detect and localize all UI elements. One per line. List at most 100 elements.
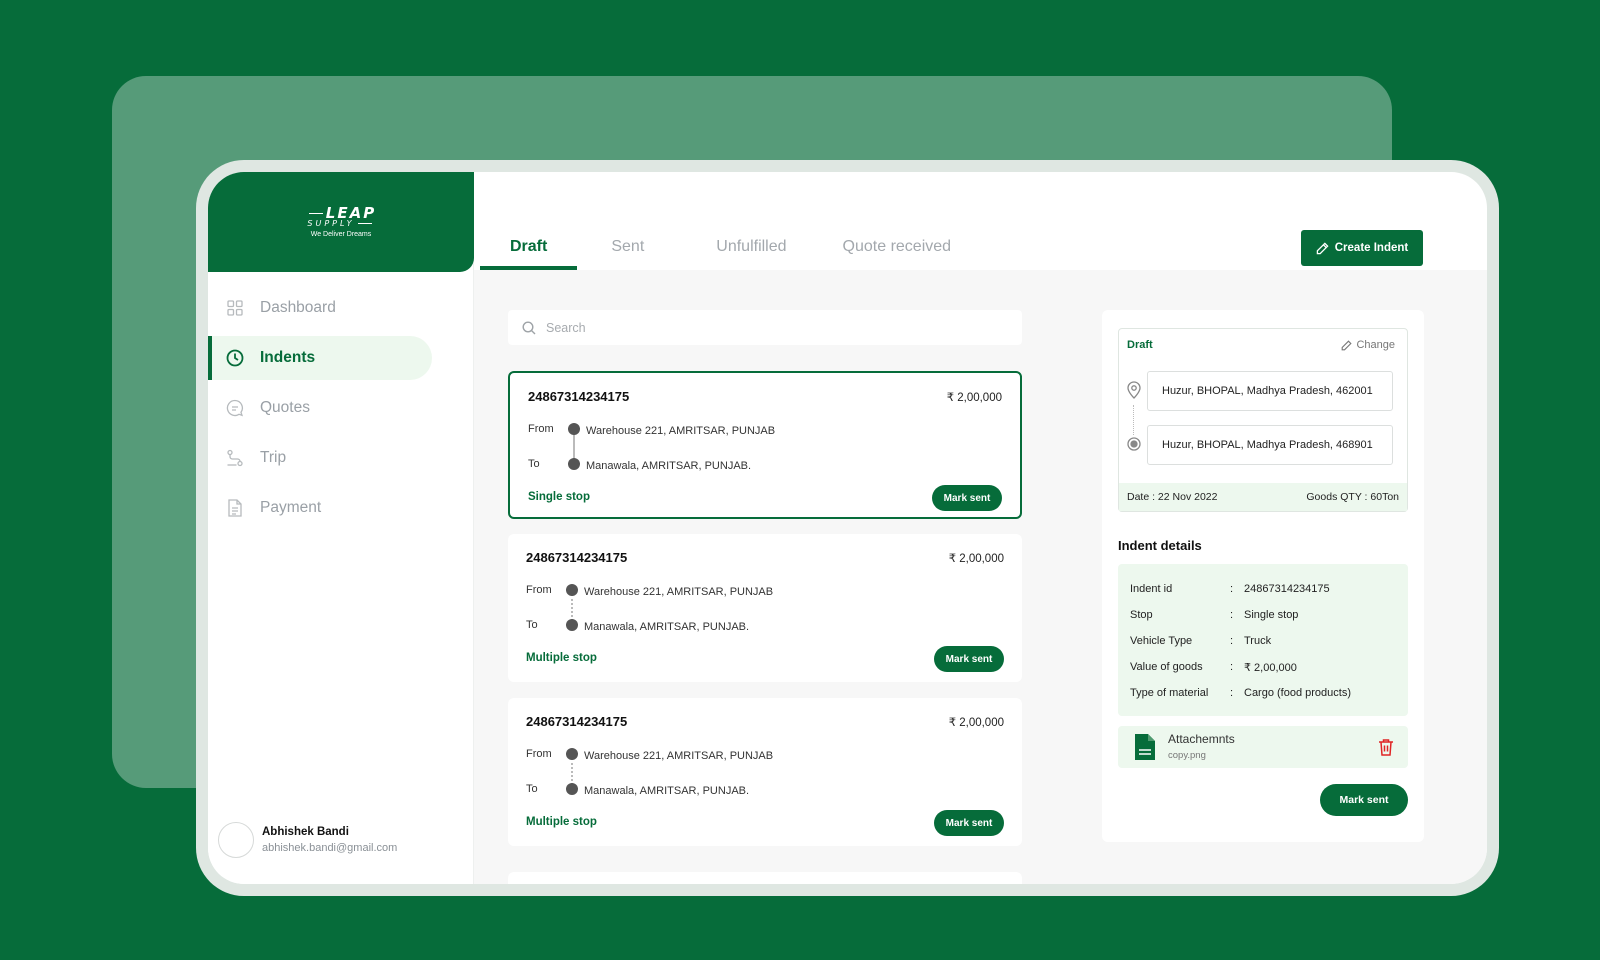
- from-label: From: [528, 423, 554, 435]
- stop-type: Multiple stop: [526, 652, 597, 664]
- stop-type: Single stop: [528, 491, 590, 503]
- from-label: From: [526, 584, 552, 596]
- indent-tabs: Draft Sent Unfulfilled Quote received: [480, 228, 989, 270]
- status-label: Draft: [1127, 339, 1153, 351]
- detail-key: Type of material: [1130, 687, 1209, 699]
- indent-price: ₹ 2,00,000: [946, 392, 1002, 404]
- destination-dot: [566, 783, 578, 795]
- indent-details-list: Indent id:24867314234175 Stop: Single sto…: [1118, 564, 1408, 716]
- avatar[interactable]: [218, 822, 254, 858]
- create-indent-label: Create Indent: [1334, 242, 1409, 254]
- sidebar-item-payment[interactable]: Payment: [208, 486, 432, 530]
- quote-bubble-icon: [226, 399, 244, 417]
- change-button[interactable]: Change: [1341, 339, 1395, 351]
- detail-row: Indent id:24867314234175: [1130, 576, 1396, 602]
- change-label: Change: [1356, 339, 1395, 351]
- route-line: [573, 433, 575, 460]
- to-label: To: [528, 458, 540, 470]
- origin-dot: [566, 748, 578, 760]
- detail-key: Stop: [1130, 609, 1153, 621]
- to-label: To: [526, 619, 538, 631]
- detail-row: Stop: Single stop: [1130, 602, 1396, 628]
- mark-sent-button[interactable]: Mark sent: [932, 485, 1002, 511]
- detail-separator: :: [1230, 661, 1234, 673]
- indent-price: ₹ 2,00,000: [948, 717, 1004, 729]
- mark-sent-button[interactable]: Mark sent: [1320, 784, 1408, 816]
- goods-qty: Goods QTY : 60Ton: [1306, 491, 1399, 503]
- sidebar-item-quotes[interactable]: Quotes: [208, 386, 432, 430]
- from-address: Warehouse 221, AMRITSAR, PUNJAB: [584, 586, 774, 598]
- sidebar-item-label: Dashboard: [260, 299, 336, 316]
- from-address: Warehouse 221, AMRITSAR, PUNJAB: [584, 750, 774, 762]
- mark-sent-button[interactable]: Mark sent: [934, 646, 1004, 672]
- destination-dot: [566, 619, 578, 631]
- destination-dot: [568, 458, 580, 470]
- attachment-item[interactable]: Attachemnts copy.png: [1118, 726, 1408, 768]
- clock-icon: [226, 349, 244, 367]
- detail-separator: :: [1230, 635, 1234, 647]
- pencil-icon: [1342, 339, 1353, 350]
- from-address: Warehouse 221, AMRITSAR, PUNJAB: [586, 425, 776, 437]
- detail-row: Type of material: Cargo (food products): [1130, 680, 1396, 706]
- indent-card-partial[interactable]: [508, 872, 1022, 884]
- indent-card[interactable]: 24867314234175 ₹ 2,00,000 From To Wareho…: [508, 698, 1022, 846]
- sidebar: LEAP SUPPLY We Deliver Dreams Dashboard …: [208, 172, 474, 884]
- trash-icon[interactable]: [1378, 738, 1394, 756]
- detail-key: Vehicle Type: [1130, 635, 1193, 647]
- detail-value: Single stop: [1244, 609, 1299, 621]
- detail-value: 24867314234175: [1244, 583, 1330, 595]
- sidebar-item-label: Payment: [260, 499, 322, 516]
- logo-line1: LEAP: [325, 203, 377, 222]
- sidebar-item-indents[interactable]: Indents: [208, 336, 432, 380]
- sidebar-item-label: Quotes: [260, 399, 310, 416]
- detail-key: Value of goods: [1130, 661, 1203, 673]
- detail-value: ₹ 2,00,000: [1244, 661, 1297, 674]
- user-profile[interactable]: Abhishek Bandi abhishek.bandi@gmail.com: [218, 822, 397, 858]
- stop-type: Multiple stop: [526, 816, 597, 828]
- route-summary: Date : 22 Nov 2022 Goods QTY : 60Ton: [1119, 483, 1407, 511]
- indent-id: 24867314234175: [526, 714, 628, 729]
- mark-sent-button[interactable]: Mark sent: [934, 810, 1004, 836]
- indent-detail-panel: Draft Change Huzur, BHOPAL, Madhya Prade…: [1102, 310, 1424, 842]
- sidebar-item-trip[interactable]: Trip: [208, 436, 432, 480]
- logo: LEAP SUPPLY We Deliver Dreams: [208, 172, 474, 272]
- route-icon: [226, 449, 244, 467]
- route-connector: [1133, 405, 1134, 435]
- tab-unfulfilled[interactable]: Unfulfilled: [696, 228, 814, 270]
- tab-draft[interactable]: Draft: [480, 228, 578, 270]
- indent-price: ₹ 2,00,000: [948, 553, 1004, 565]
- to-label: To: [526, 783, 538, 795]
- user-email: abhishek.bandi@gmail.com: [262, 842, 398, 854]
- detail-value: Truck: [1244, 635, 1272, 647]
- sidebar-item-label: Indents: [260, 349, 316, 366]
- sidebar-item-dashboard[interactable]: Dashboard: [208, 286, 432, 330]
- sidebar-nav: Dashboard Indents Quotes Trip Payment: [208, 286, 474, 536]
- pencil-icon: [1316, 241, 1329, 254]
- detail-separator: :: [1230, 687, 1234, 699]
- search-input[interactable]: [546, 320, 986, 335]
- detail-row: Vehicle Type: Truck: [1130, 628, 1396, 654]
- destination-target-icon: [1127, 437, 1141, 451]
- app-screen: LEAP SUPPLY We Deliver Dreams Dashboard …: [208, 172, 1487, 884]
- to-address: Manawala, AMRITSAR, PUNJAB.: [586, 460, 752, 472]
- route-box: Draft Change Huzur, BHOPAL, Madhya Prade…: [1118, 328, 1408, 512]
- location-pin-icon: [1127, 381, 1141, 399]
- detail-separator: :: [1230, 609, 1234, 621]
- origin-field[interactable]: Huzur, BHOPAL, Madhya Pradesh, 462001: [1147, 371, 1393, 411]
- origin-dot: [566, 584, 578, 596]
- tab-quote-received[interactable]: Quote received: [823, 228, 982, 270]
- document-icon: [226, 499, 244, 517]
- create-indent-button[interactable]: Create Indent: [1301, 230, 1423, 266]
- attachment-title: Attachemnts: [1168, 732, 1235, 746]
- tab-sent[interactable]: Sent: [585, 228, 688, 270]
- detail-row: Value of goods: ₹ 2,00,000: [1130, 654, 1396, 680]
- destination-field[interactable]: Huzur, BHOPAL, Madhya Pradesh, 468901: [1147, 425, 1393, 465]
- search-bar[interactable]: [508, 310, 1022, 345]
- sidebar-item-label: Trip: [260, 449, 287, 466]
- indent-card[interactable]: 24867314234175 ₹ 2,00,000 From To Wareho…: [508, 534, 1022, 682]
- indent-card[interactable]: 24867314234175 ₹ 2,00,000 From To Wareho…: [508, 371, 1022, 519]
- indent-date: Date : 22 Nov 2022: [1127, 491, 1218, 503]
- route-line: [571, 758, 573, 785]
- detail-value: Cargo (food products): [1244, 687, 1351, 699]
- indent-details-title: Indent details: [1118, 538, 1202, 553]
